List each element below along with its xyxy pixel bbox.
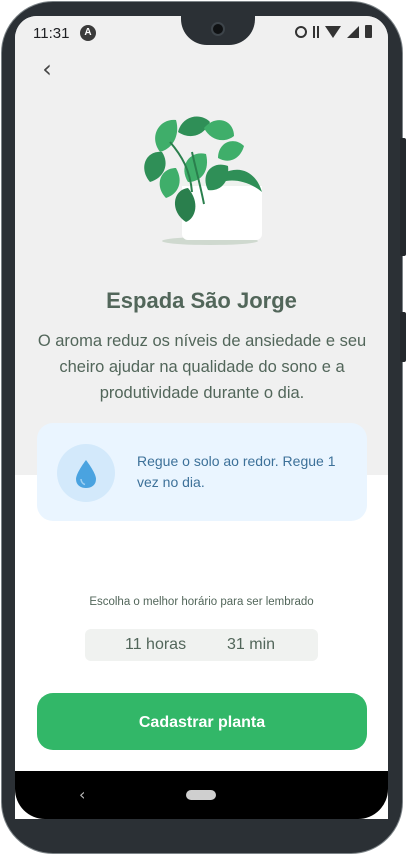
wifi-icon [325,25,341,38]
data-transfer-icon [313,25,319,38]
chevron-left-icon: ‹ [42,55,52,83]
water-drop-icon-container [57,444,115,502]
alarm-icon [295,25,307,38]
register-plant-button[interactable]: Cadastrar planta [37,693,367,750]
time-picker-hours[interactable]: 11 horas [125,636,186,654]
cell-signal-icon [347,25,359,38]
plant-description: O aroma reduz os níveis de ansiedade e s… [37,332,367,402]
power-button [400,312,406,362]
system-navigation-bar: ‹ [15,771,388,819]
camera-notch [181,16,255,45]
plant-name: Espada São Jorge [106,288,297,313]
status-time: 11:31 [33,25,70,42]
front-camera-icon [211,22,225,36]
watering-tip-text: Regue o solo ao redor. Regue 1 vez no di… [137,453,336,490]
time-picker-minutes[interactable]: 31 min [227,636,275,654]
reminder-time-picker[interactable]: 11 horas 31 min [85,629,318,661]
back-button[interactable]: ‹ [35,55,59,83]
notification-badge-icon: A [80,25,96,41]
water-drop-icon [76,460,96,488]
reminder-label: Escolha o melhor horário para ser lembra… [89,596,314,608]
plant-illustration [144,116,262,245]
nav-home-button[interactable] [186,790,216,800]
app-screen: 11:31 A ‹ Espada São Jorge O aroma reduz… [15,16,388,819]
watering-tip-card: Regue o solo ao redor. Regue 1 vez no di… [37,423,367,521]
volume-button [400,138,406,256]
status-icons [295,25,372,38]
status-bar: 11:31 A [15,16,388,50]
nav-back-icon[interactable]: ‹ [79,785,85,804]
battery-icon [365,25,372,38]
